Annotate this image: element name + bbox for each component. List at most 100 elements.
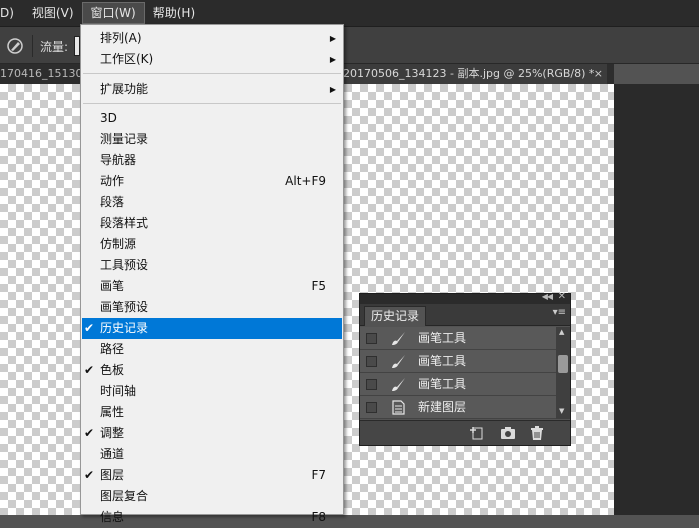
history-source-checkbox[interactable]	[366, 356, 377, 367]
checkmark-icon: ✔	[84, 468, 95, 482]
menu-item-label: 信息	[100, 510, 125, 524]
history-panel-footer	[360, 420, 570, 445]
pasteboard	[614, 84, 699, 515]
airbrush-icon[interactable]	[6, 37, 24, 55]
menu-item-arrange[interactable]: 排列(A) ▶	[82, 28, 342, 49]
history-row[interactable]: 画笔工具	[360, 327, 556, 350]
scrollbar-thumb[interactable]	[558, 355, 568, 373]
menu-window[interactable]: 窗口(W)	[81, 2, 145, 24]
document-tab-active[interactable]: 20170506_134123 - 副本.jpg @ 25%(RGB/8) * …	[343, 64, 607, 84]
menu-separator	[83, 73, 341, 74]
submenu-arrow-icon: ▶	[329, 34, 336, 43]
menu-item-workspace[interactable]: 工作区(K) ▶	[82, 49, 342, 70]
menu-partial-item[interactable]: D)	[0, 2, 24, 24]
menu-item-paragraph-styles[interactable]: 段落样式	[82, 213, 342, 234]
menu-item-clone-source[interactable]: 仿制源	[82, 234, 342, 255]
history-row[interactable]: 画笔工具	[360, 350, 556, 373]
panel-menu-icon[interactable]: ▾≡	[553, 307, 566, 318]
menu-item-channels[interactable]: 通道	[82, 444, 342, 465]
document-tab[interactable]: 170416_151300	[0, 64, 80, 84]
menu-item-label: 时间轴	[100, 384, 137, 398]
panel-header-strip: ◀◀ ✕	[360, 291, 570, 304]
history-row[interactable]: 新建图层	[360, 396, 556, 419]
brush-icon	[392, 332, 405, 345]
menu-item-shortcut: F7	[311, 468, 326, 482]
menu-item-paragraph[interactable]: 段落	[82, 192, 342, 213]
menu-item-tool-presets[interactable]: 工具预设	[82, 255, 342, 276]
menu-item-paths[interactable]: 路径	[82, 339, 342, 360]
history-source-checkbox[interactable]	[366, 333, 377, 344]
history-row-label: 画笔工具	[418, 331, 467, 345]
menu-item-3d[interactable]: 3D	[82, 108, 342, 129]
window-menu-dropdown: 排列(A) ▶ 工作区(K) ▶ 扩展功能 ▶ 3D 测量记录 导航器 动作 A…	[80, 24, 344, 524]
menu-item-history[interactable]: ✔ 历史记录	[82, 318, 342, 339]
menu-item-brush[interactable]: 画笔 F5	[82, 276, 342, 297]
menu-item-timeline[interactable]: 时间轴	[82, 381, 342, 402]
menu-item-label: 属性	[100, 405, 125, 419]
menu-item-shortcut: F5	[311, 279, 326, 293]
menu-item-label: 路径	[100, 342, 125, 356]
history-row-label: 画笔工具	[418, 377, 467, 391]
history-panel: ◀◀ ✕ 历史记录 ▾≡ 画笔工具 画笔工具 画笔工具 新建图层 ▲ ▼	[359, 291, 571, 446]
brush-icon	[392, 378, 405, 391]
menu-item-label: 测量记录	[100, 132, 149, 146]
menu-item-measurement-log[interactable]: 测量记录	[82, 129, 342, 150]
menu-item-info[interactable]: 信息 F8	[82, 507, 342, 528]
checkmark-icon: ✔	[84, 426, 95, 440]
submenu-arrow-icon: ▶	[329, 55, 336, 64]
close-icon[interactable]: ×	[594, 64, 603, 84]
menu-item-label: 色板	[100, 363, 125, 377]
tab-history[interactable]: 历史记录	[364, 306, 427, 326]
scroll-up-arrow-icon[interactable]: ▲	[559, 328, 564, 336]
menu-item-swatches[interactable]: ✔ 色板	[82, 360, 342, 381]
menu-help[interactable]: 帮助(H)	[145, 2, 203, 24]
brush-icon	[392, 355, 405, 368]
menu-item-actions[interactable]: 动作 Alt+F9	[82, 171, 342, 192]
history-row-label: 新建图层	[418, 400, 467, 414]
panel-tab-bar: 历史记录 ▾≡	[360, 304, 570, 326]
history-row[interactable]: 画笔工具	[360, 373, 556, 396]
history-source-checkbox[interactable]	[366, 379, 377, 390]
document-tab-label: 20170506_134123 - 副本.jpg @ 25%(RGB/8) *	[343, 67, 595, 80]
new-layer-icon	[392, 400, 405, 415]
checkmark-icon: ✔	[84, 321, 95, 335]
history-row-label: 画笔工具	[418, 354, 467, 368]
menu-item-label: 动作	[100, 174, 125, 188]
menu-item-label: 3D	[100, 111, 117, 125]
history-source-checkbox[interactable]	[366, 402, 377, 413]
checkmark-icon: ✔	[84, 363, 95, 377]
menu-item-navigator[interactable]: 导航器	[82, 150, 342, 171]
menu-item-label: 排列(A)	[100, 31, 142, 45]
menu-view[interactable]: 视图(V)	[24, 2, 82, 24]
scroll-down-arrow-icon[interactable]: ▼	[559, 407, 564, 415]
menu-item-layers[interactable]: ✔ 图层 F7	[82, 465, 342, 486]
menu-item-label: 画笔	[100, 279, 125, 293]
history-scrollbar[interactable]: ▲ ▼	[556, 327, 570, 419]
new-document-from-state-icon[interactable]	[468, 426, 484, 440]
menu-item-layer-comps[interactable]: 图层复合	[82, 486, 342, 507]
collapse-icon[interactable]: ◀◀	[542, 292, 553, 301]
menu-item-label: 工具预设	[100, 258, 149, 272]
menu-item-label: 段落	[100, 195, 125, 209]
menu-item-label: 段落样式	[100, 216, 149, 230]
trash-icon[interactable]	[529, 426, 545, 440]
menu-item-extensions[interactable]: 扩展功能 ▶	[82, 79, 342, 100]
menu-item-label: 历史记录	[100, 321, 149, 335]
menu-item-brush-presets[interactable]: 画笔预设	[82, 297, 342, 318]
menu-item-adjustments[interactable]: ✔ 调整	[82, 423, 342, 444]
flow-label: 流量:	[40, 40, 69, 54]
submenu-arrow-icon: ▶	[329, 85, 336, 94]
options-divider	[32, 35, 33, 57]
snapshot-camera-icon[interactable]	[500, 426, 516, 440]
menu-item-label: 画笔预设	[100, 300, 149, 314]
menu-item-label: 调整	[100, 426, 125, 440]
menu-item-shortcut: F8	[311, 510, 326, 524]
menu-item-label: 仿制源	[100, 237, 137, 251]
menu-item-label: 图层	[100, 468, 125, 482]
close-icon[interactable]: ✕	[558, 291, 566, 302]
menu-item-label: 导航器	[100, 153, 137, 167]
menu-item-properties[interactable]: 属性	[82, 402, 342, 423]
menu-item-shortcut: Alt+F9	[285, 174, 326, 188]
menu-item-label: 通道	[100, 447, 125, 461]
photoshop-window: D) 视图(V) 窗口(W) 帮助(H) 流量: 170416_151300 2…	[0, 0, 699, 524]
